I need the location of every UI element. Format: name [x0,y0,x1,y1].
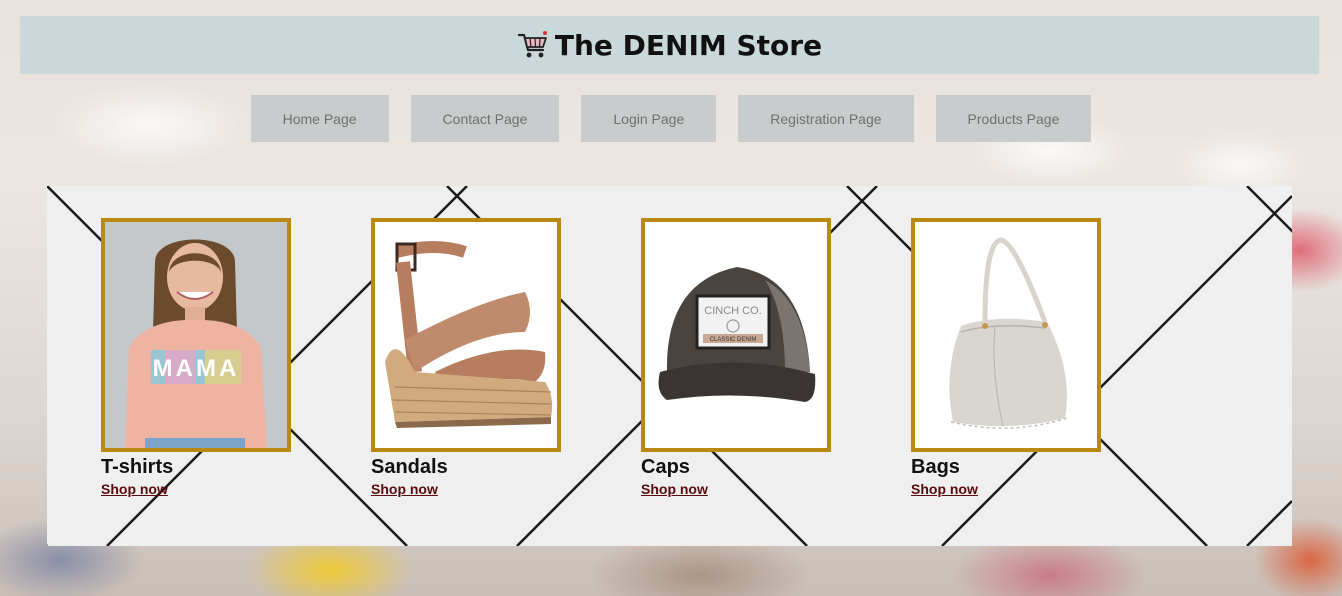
nav-products-button[interactable]: Products Page [935,95,1092,142]
shop-now-link-sandals[interactable]: Shop now [371,480,438,498]
product-image-caps[interactable]: CINCH CO. CLASSIC DENIM [641,218,831,452]
svg-text:MAMA: MAMA [153,355,240,382]
product-image-bags[interactable] [911,218,1101,452]
product-title-sandals: Sandals [371,456,448,478]
shopping-cart-icon [517,31,547,58]
product-card-tshirts: MAMA T-shirts Shop now [101,218,291,498]
nav-login-button[interactable]: Login Page [581,95,717,142]
shop-now-link-bags[interactable]: Shop now [911,480,978,498]
sandal-photo [375,222,557,448]
svg-text:CINCH CO.: CINCH CO. [704,305,761,317]
product-card-bags: Bags Shop now [911,218,1101,498]
nav-home-button[interactable]: Home Page [250,95,389,142]
product-title-caps: Caps [641,456,690,478]
site-header: The DENIM Store [20,16,1319,74]
site-title: The DENIM Store [517,29,822,62]
bag-photo [915,222,1097,448]
product-card-sandals: Sandals Shop now [371,218,561,498]
tshirt-photo: MAMA [105,222,287,448]
product-image-sandals[interactable] [371,218,561,452]
product-card-caps: CINCH CO. CLASSIC DENIM Caps Shop now [641,218,831,498]
product-title-bags: Bags [911,456,960,478]
svg-text:CLASSIC DENIM: CLASSIC DENIM [710,337,757,343]
nav-contact-button[interactable]: Contact Page [410,95,560,142]
shop-now-link-caps[interactable]: Shop now [641,480,708,498]
shop-now-link-tshirts[interactable]: Shop now [101,480,168,498]
product-title-tshirts: T-shirts [101,456,174,478]
site-title-text: The DENIM Store [554,28,823,62]
main-nav: Home Page Contact Page Login Page Regist… [0,95,1342,142]
nav-registration-button[interactable]: Registration Page [738,95,914,142]
product-image-tshirts[interactable]: MAMA [101,218,291,452]
products-panel: MAMA T-shirts Shop now Sandals Shop now … [47,186,1292,546]
cap-photo: CINCH CO. CLASSIC DENIM [645,222,827,448]
